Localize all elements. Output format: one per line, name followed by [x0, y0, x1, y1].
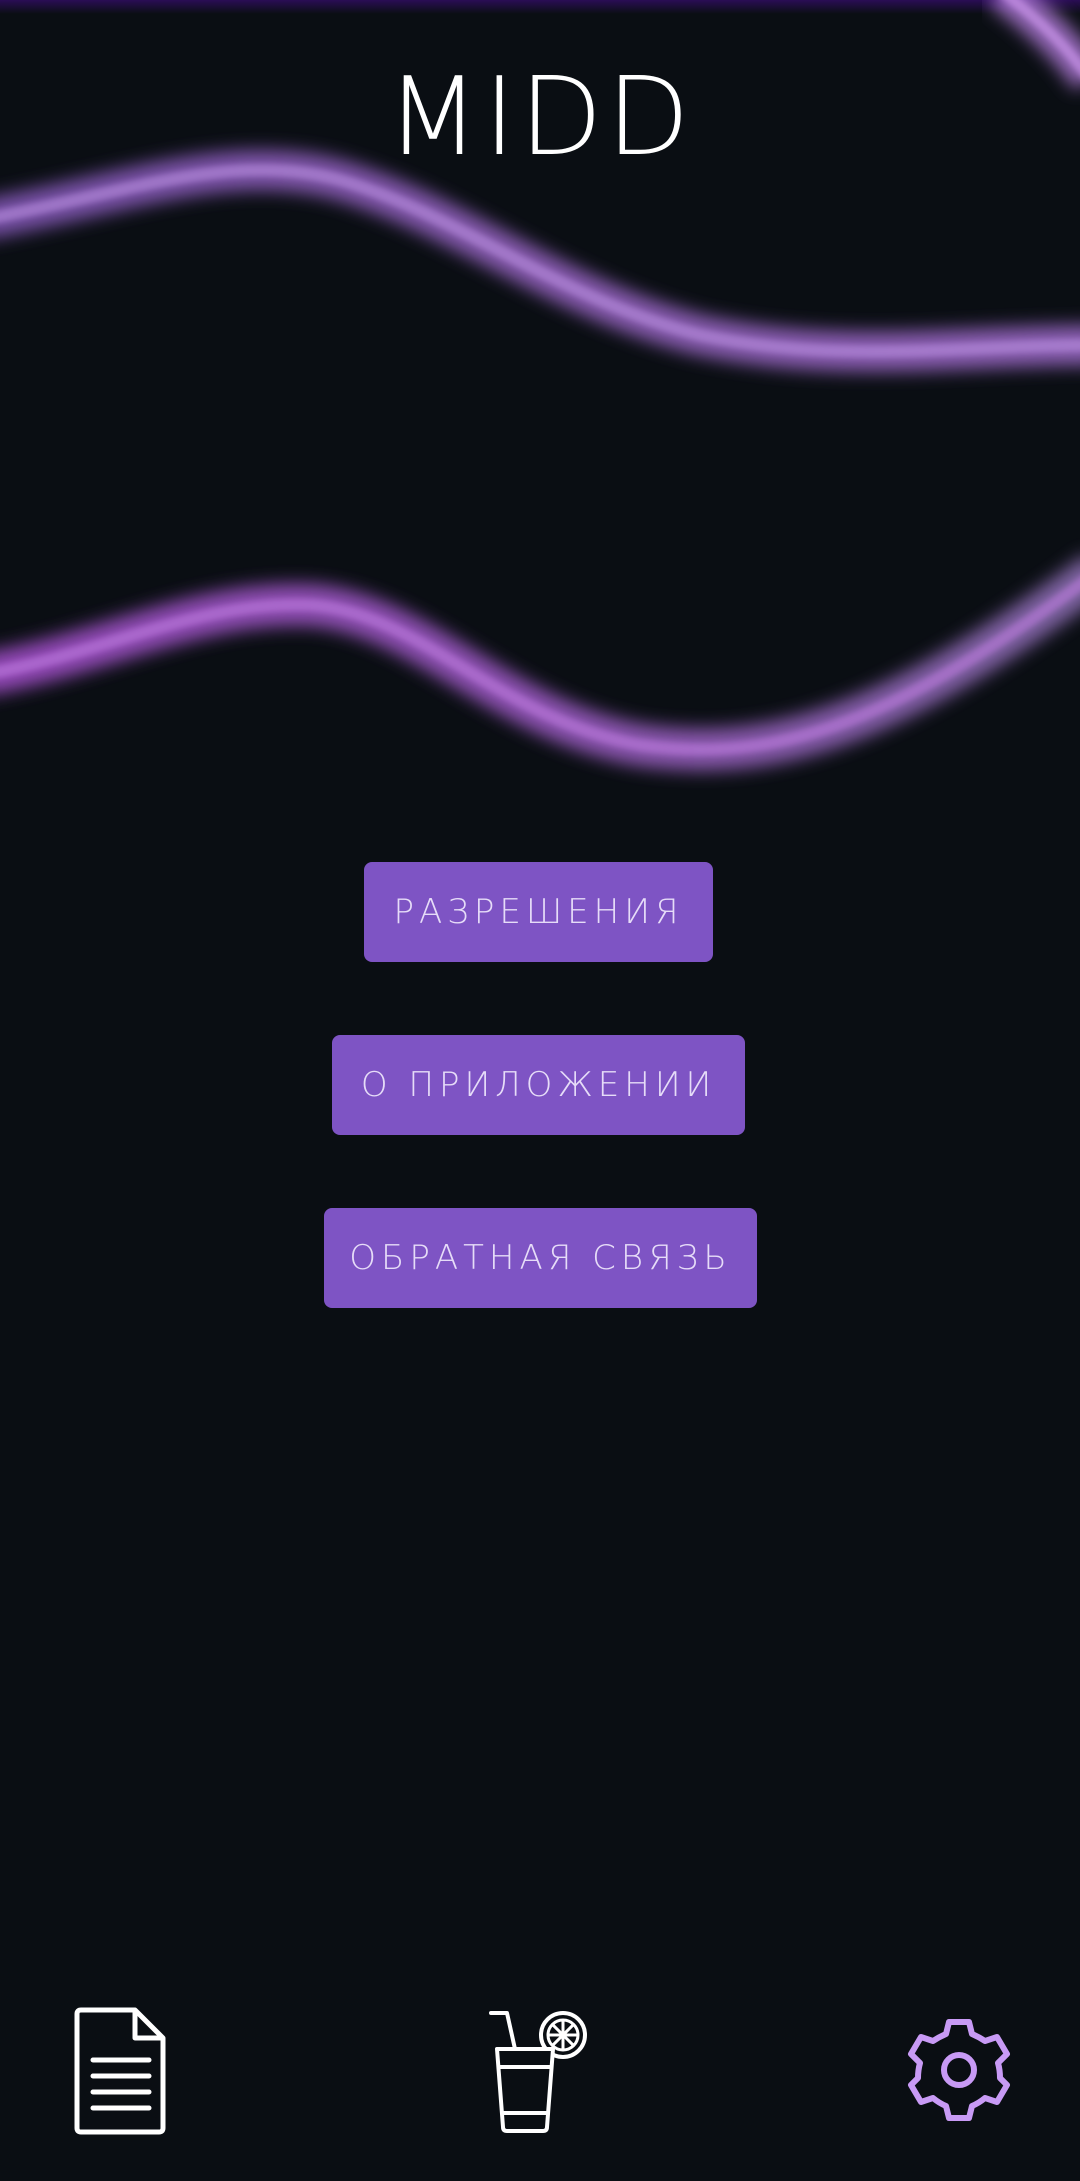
permissions-button[interactable]: РАЗРЕШЕНИЯ [364, 862, 713, 962]
gear-icon [908, 2019, 1010, 2121]
lower-wave [0, 558, 1080, 771]
app-title: MIDD [386, 55, 694, 180]
drink-icon [489, 2011, 587, 2133]
feedback-button[interactable]: ОБРАТНАЯ СВЯЗЬ [324, 1208, 757, 1308]
nav-item-drinks[interactable] [472, 2000, 602, 2140]
about-app-button[interactable]: О ПРИЛОЖЕНИИ [332, 1035, 745, 1135]
settings-screen: MIDD РАЗРЕШЕНИЯ О ПРИЛОЖЕНИИ ОБРАТНАЯ СВ… [0, 0, 1080, 2181]
document-icon [74, 2007, 166, 2135]
bottom-navigation [0, 1980, 1080, 2140]
upper-wave [0, 150, 1080, 372]
nav-item-settings[interactable] [894, 2000, 1024, 2140]
nav-item-documents[interactable] [56, 2000, 186, 2140]
